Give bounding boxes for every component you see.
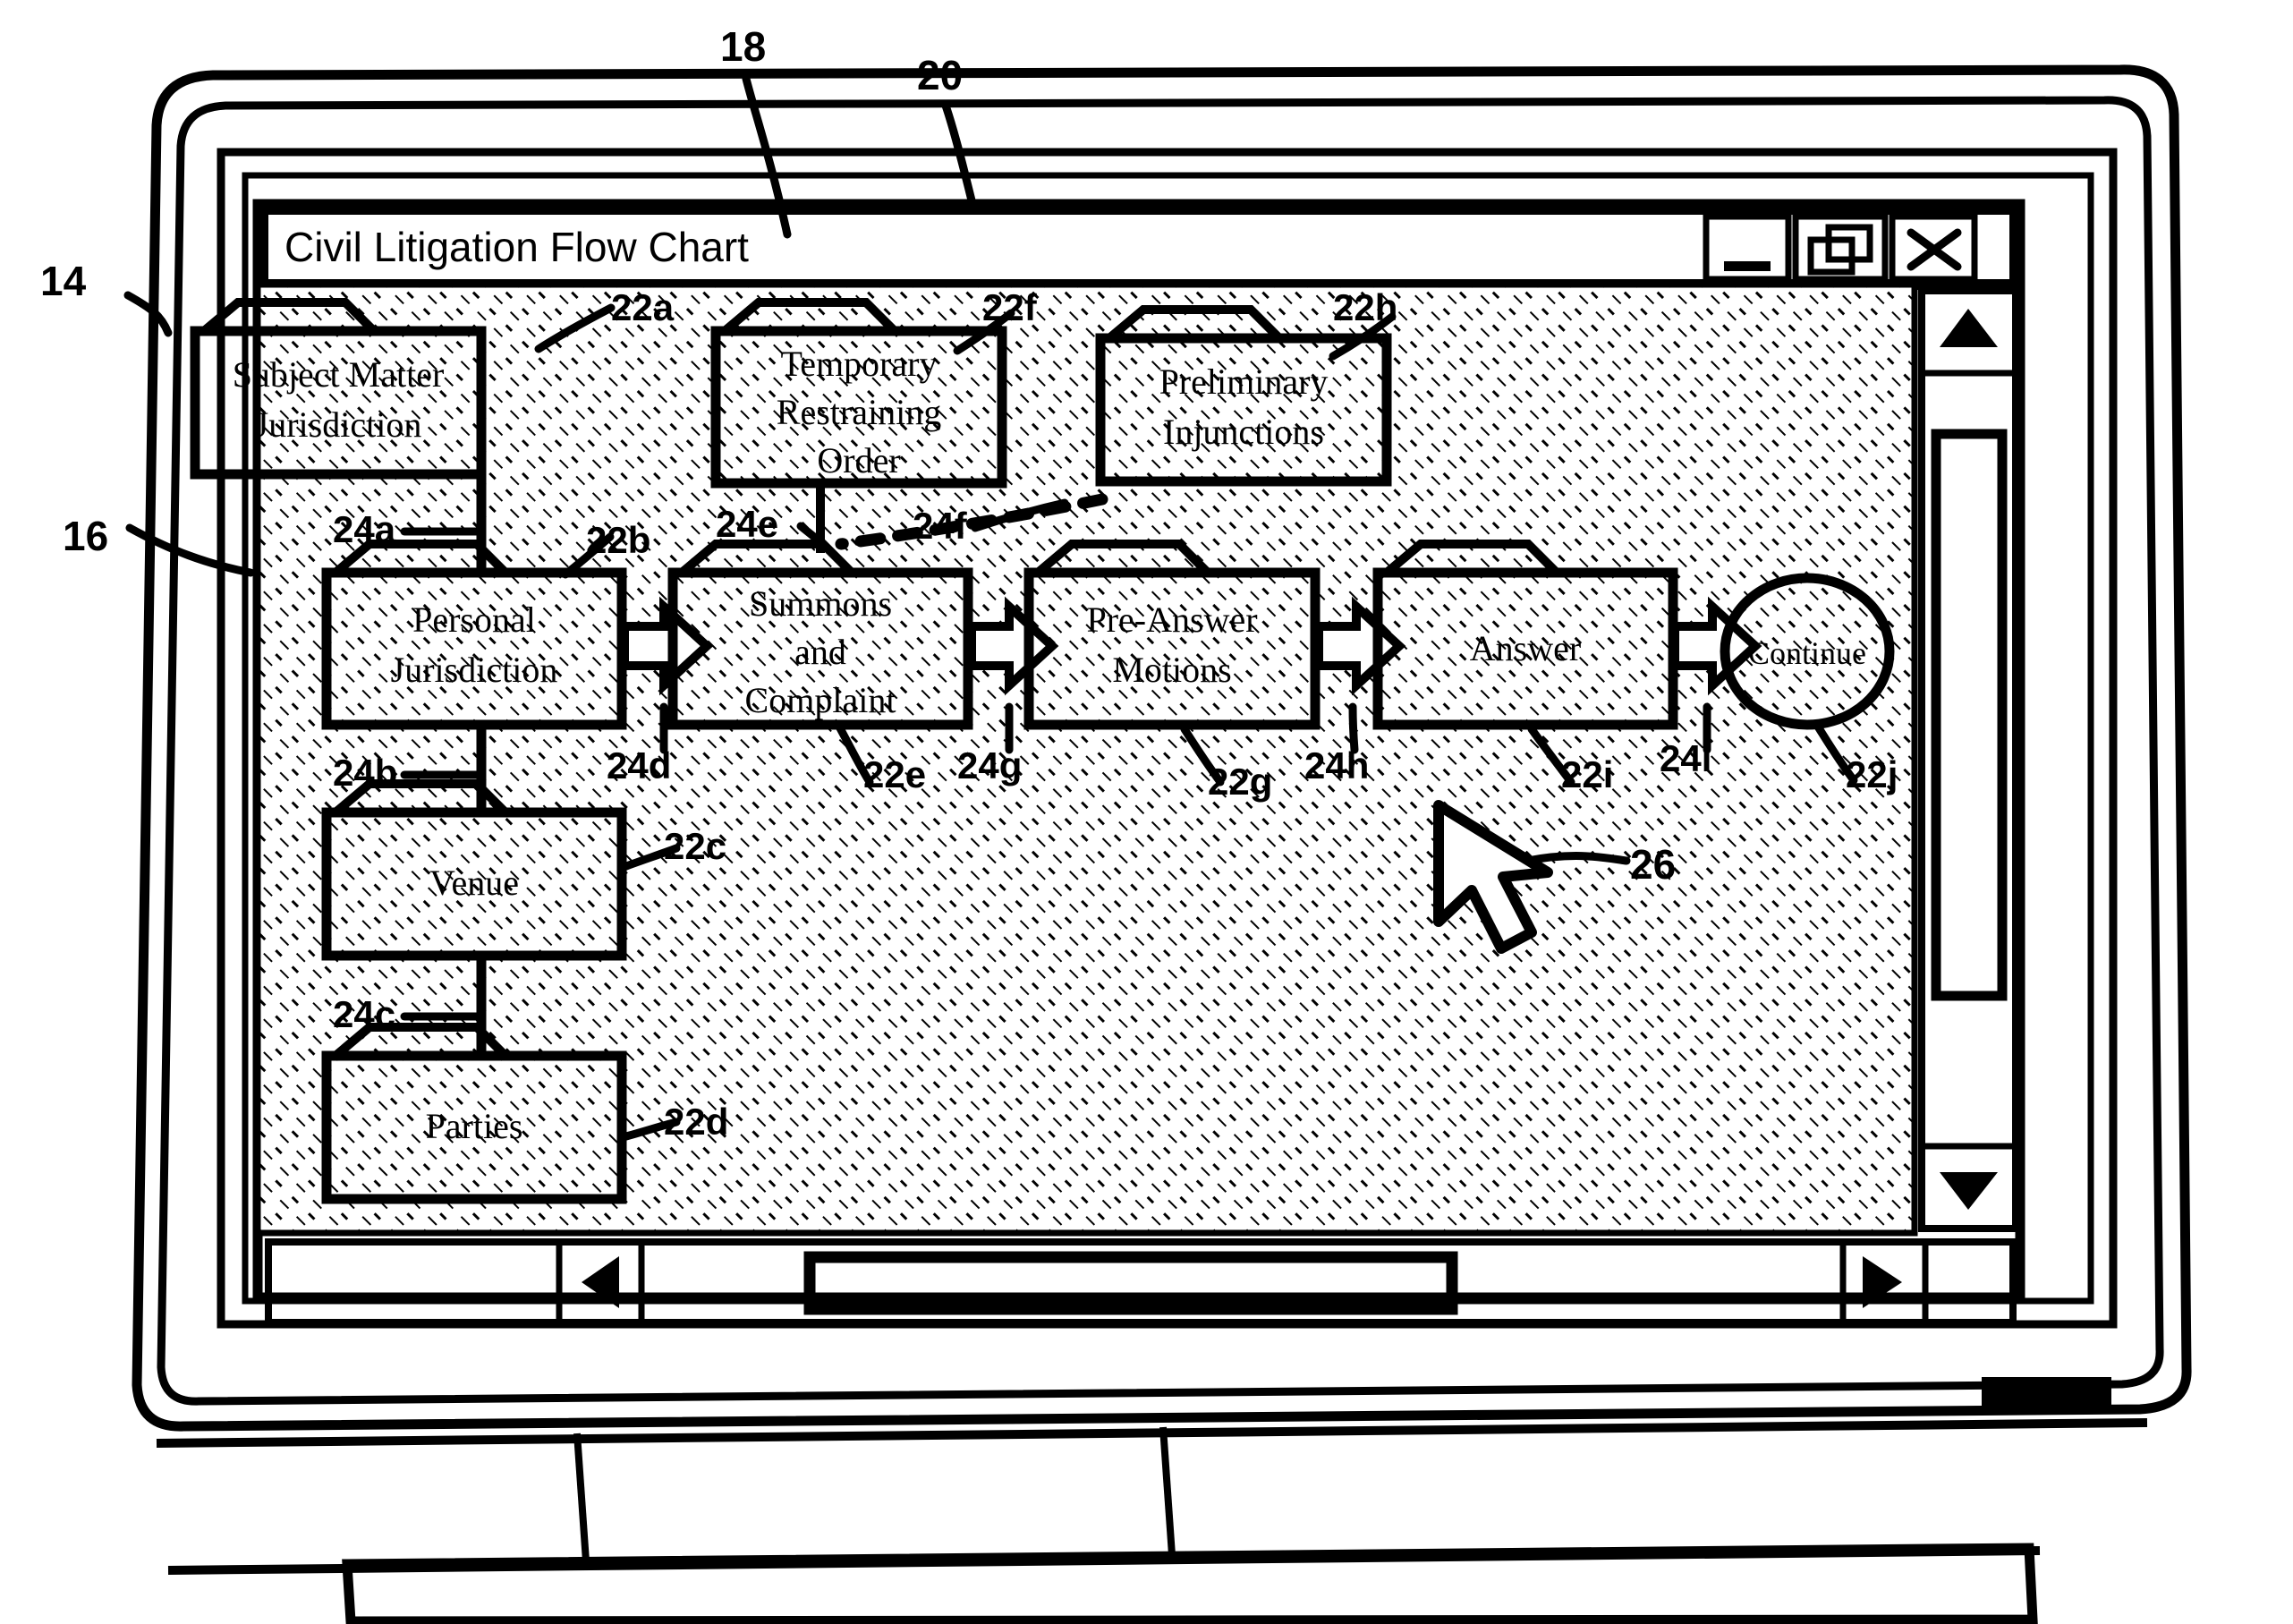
ref-22d: 22d bbox=[664, 1101, 728, 1143]
ref-22b: 22b bbox=[586, 519, 650, 561]
scroll-up-arrow[interactable] bbox=[1918, 287, 2019, 377]
ref-22j: 22j bbox=[1846, 753, 1898, 795]
vertical-scroll-thumb[interactable] bbox=[1931, 429, 2008, 1001]
node-22a-line-1: Jurisdiction bbox=[255, 404, 422, 445]
node-22g-line-0: Pre-Answer bbox=[1086, 599, 1257, 640]
ref-24c: 24c bbox=[333, 993, 395, 1035]
ref-16: 16 bbox=[63, 513, 108, 559]
ref-24b: 24b bbox=[333, 752, 397, 794]
close-icon bbox=[1907, 228, 1962, 271]
node-22f-line-2: Order bbox=[817, 440, 900, 480]
node-22c-line-0: Venue bbox=[429, 863, 519, 903]
close-button[interactable] bbox=[1889, 213, 1978, 283]
node-22i-line-0: Answer bbox=[1470, 628, 1581, 668]
ref-24i: 24i bbox=[1660, 737, 1711, 779]
figure-canvas: Subject Matter Jurisdiction Temporary Re… bbox=[40, 23, 2192, 1624]
ref-24e: 24e bbox=[716, 503, 778, 545]
node-22b-line-1: Jurisdiction bbox=[391, 650, 558, 690]
patent-figure-root: Subject Matter Jurisdiction Temporary Re… bbox=[0, 0, 2293, 1624]
ref-22a: 22a bbox=[611, 286, 675, 328]
ref-22g: 22g bbox=[1208, 761, 1272, 803]
ref-24g: 24g bbox=[957, 744, 1022, 786]
node-22e-line-2: Complaint bbox=[745, 680, 896, 720]
ref-22f: 22f bbox=[982, 286, 1038, 328]
window-title: Civil Litigation Flow Chart bbox=[285, 224, 749, 270]
ref-24a: 24a bbox=[333, 508, 396, 550]
minimize-button[interactable] bbox=[1703, 213, 1792, 283]
node-22f-line-1: Restraining bbox=[777, 392, 941, 432]
scroll-down-arrow[interactable] bbox=[1918, 1143, 2019, 1232]
scroll-left-arrow[interactable] bbox=[556, 1238, 645, 1326]
node-22b-line-0: Personal bbox=[412, 599, 536, 640]
node-22f-line-0: Temporary bbox=[781, 344, 938, 384]
restore-button[interactable] bbox=[1792, 213, 1889, 283]
ref-22e: 22e bbox=[863, 753, 926, 795]
vertical-scrollbar[interactable] bbox=[1918, 287, 2019, 1232]
node-22a-line-0: Subject Matter bbox=[233, 354, 445, 395]
ref-22c: 22c bbox=[664, 825, 726, 867]
node-22h-line-1: Injunctions bbox=[1163, 412, 1324, 452]
ref-24h: 24h bbox=[1304, 744, 1369, 786]
node-22h-line-0: Preliminary bbox=[1159, 361, 1329, 402]
node-22j-line-0: Continue bbox=[1748, 635, 1866, 671]
window-controls bbox=[1703, 213, 1978, 283]
ref-24d: 24d bbox=[607, 744, 671, 786]
led-indicator bbox=[1982, 1377, 2111, 1413]
horizontal-scrollbar[interactable] bbox=[265, 1238, 2017, 1326]
node-22e-line-0: Summons bbox=[749, 583, 892, 624]
scroll-right-arrow[interactable] bbox=[1839, 1238, 1929, 1326]
ref-18: 18 bbox=[720, 23, 766, 70]
ref-26: 26 bbox=[1630, 841, 1676, 888]
monitor-stand bbox=[342, 1543, 2038, 1624]
minimize-icon bbox=[1724, 261, 1771, 271]
ref-22h: 22h bbox=[1333, 286, 1397, 328]
ref-22i: 22i bbox=[1561, 753, 1613, 795]
restore-icon bbox=[1807, 224, 1873, 276]
node-22d-line-0: Parties bbox=[426, 1106, 523, 1146]
node-22g-line-1: Motions bbox=[1112, 650, 1231, 690]
ref-14: 14 bbox=[40, 258, 87, 304]
ref-20: 20 bbox=[917, 52, 963, 98]
ref-24f: 24f bbox=[913, 505, 968, 547]
node-22e-line-1: and bbox=[794, 632, 846, 672]
